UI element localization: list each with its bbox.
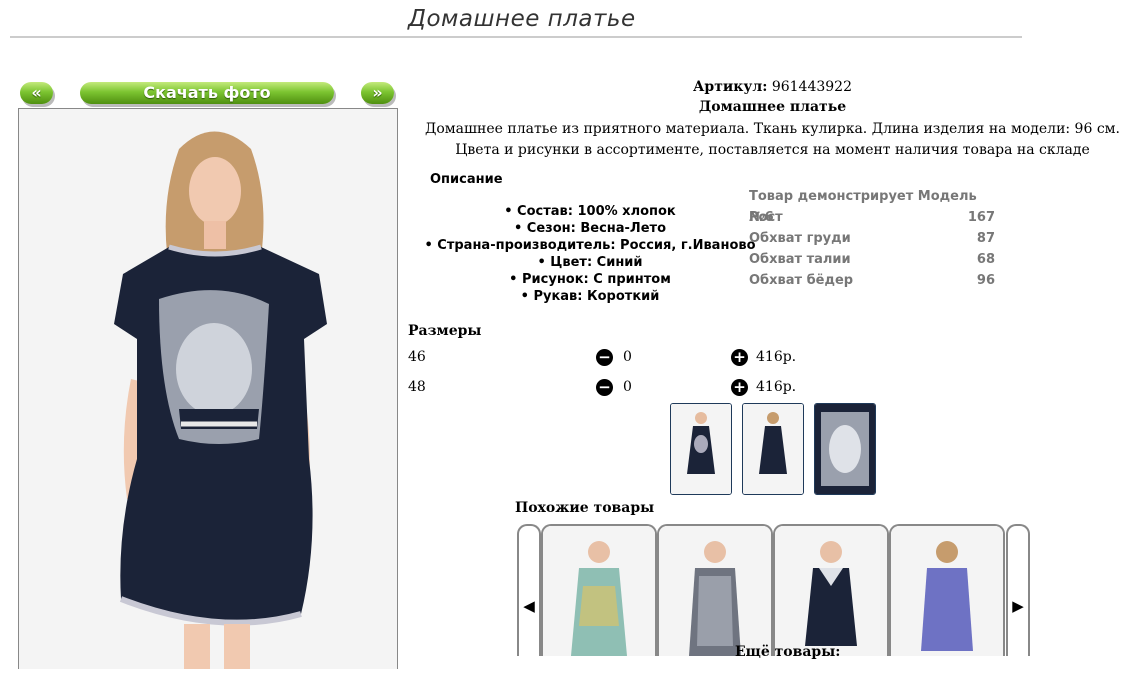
measurement-label: Обхват талии [749, 252, 851, 267]
description-item: • Сезон: Весна-Лето [513, 221, 667, 236]
similar-product-image [891, 526, 1003, 656]
main-product-photo[interactable] [18, 108, 398, 669]
similar-product-image [543, 526, 655, 656]
measurement-value: 96 [976, 273, 995, 288]
description-heading: Описание [430, 172, 503, 187]
measurement-value: 87 [976, 231, 995, 246]
measurement-label: Рост [749, 210, 783, 225]
product-name: Домашнее платье [698, 99, 847, 115]
thumbnail-print-closeup-image [815, 404, 875, 494]
similar-product-card[interactable] [889, 524, 1005, 656]
increase-quantity-button[interactable]: + [731, 379, 748, 396]
similar-product-card[interactable] [541, 524, 657, 656]
title-divider [10, 36, 1022, 38]
size-value: 48 [408, 379, 426, 395]
article-value: 961443922 [771, 79, 852, 95]
similar-prev-button[interactable]: ◀ [517, 524, 541, 656]
description-item: • Цвет: Синий [537, 255, 643, 270]
size-row: 46 − 0 + 416р. [408, 349, 808, 369]
measurement-label: Обхват груди [749, 231, 851, 246]
size-row: 48 − 0 + 416р. [408, 379, 808, 399]
model-heading: Товар демонстрирует Модель №6 [749, 189, 977, 225]
thumbnail-back-image [743, 404, 803, 494]
measurement-row: Обхват бёдер 96 [749, 270, 995, 291]
model-dress-image [19, 109, 397, 669]
measurement-label: Обхват бёдер [749, 273, 854, 288]
model-measurements: Товар демонстрирует Модель №6 Рост 167 О… [749, 186, 995, 291]
article-line: Артикул: 961443922 [640, 79, 905, 95]
next-photo-button[interactable]: » [361, 82, 394, 104]
download-photo-button[interactable]: Скачать фото [80, 82, 334, 104]
photo-thumbnail[interactable] [814, 403, 876, 495]
similar-product-card[interactable] [773, 524, 889, 656]
price-value: 416р. [756, 349, 797, 365]
measurement-row: Рост 167 [749, 207, 995, 228]
similar-heading: Похожие товары [515, 500, 655, 516]
quantity-value: 0 [623, 379, 632, 395]
similar-product-image [775, 526, 887, 656]
sizes-heading: Размеры [408, 323, 482, 339]
measurement-value: 167 [967, 210, 995, 225]
article-label: Артикул: [693, 79, 768, 95]
photo-thumbnail[interactable] [670, 403, 732, 495]
description-list: • Состав: 100% хлопок • Сезон: Весна-Лет… [420, 203, 760, 305]
product-description: Домашнее платье из приятного материала. … [424, 121, 1121, 158]
description-item: • Состав: 100% хлопок [504, 204, 676, 219]
decrease-quantity-button[interactable]: − [596, 379, 613, 396]
page-title: Домашнее платье [408, 6, 636, 32]
description-item: • Рисунок: С принтом [509, 272, 671, 287]
quantity-value: 0 [623, 349, 632, 365]
measurement-value: 68 [976, 252, 995, 267]
prev-photo-button[interactable]: « [20, 82, 53, 104]
description-item: • Рукав: Короткий [520, 289, 660, 304]
similar-next-button[interactable]: ▶ [1006, 524, 1030, 656]
similar-product-card[interactable] [657, 524, 773, 656]
price-value: 416р. [756, 379, 797, 395]
photo-thumbnail[interactable] [742, 403, 804, 495]
decrease-quantity-button[interactable]: − [596, 349, 613, 366]
similar-product-image [659, 526, 771, 656]
increase-quantity-button[interactable]: + [731, 349, 748, 366]
description-item: • Страна-производитель: Россия, г.Иванов… [424, 238, 756, 253]
measurement-row: Обхват груди 87 [749, 228, 995, 249]
thumbnail-front-image [671, 404, 731, 494]
size-value: 46 [408, 349, 426, 365]
measurement-row: Обхват талии 68 [749, 249, 995, 270]
more-products-heading: Ещё товары: [735, 644, 841, 660]
